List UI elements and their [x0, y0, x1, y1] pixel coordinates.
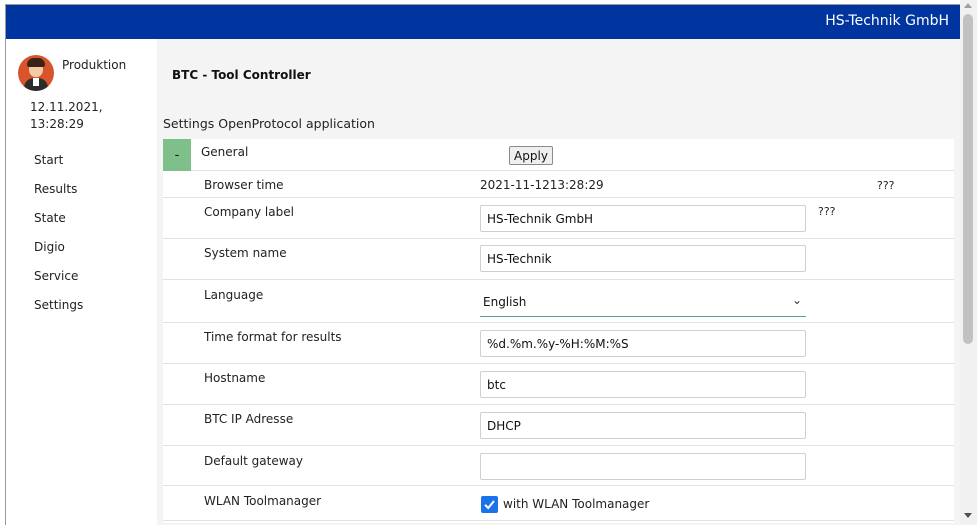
sidebar: Produktion 12.11.2021, 13:28:29 Start Re… [6, 39, 157, 525]
vertical-scrollbar[interactable] [960, 0, 977, 525]
current-date: 12.11.2021, [30, 100, 103, 114]
hostname-input[interactable] [480, 371, 806, 398]
panel-title: General [201, 145, 249, 159]
app-window: HS-Technik GmbH Produktion 12.11.2021, 1… [5, 4, 960, 525]
sidebar-item-start[interactable]: Start [34, 153, 83, 182]
user-name: Produktion [62, 58, 127, 72]
system-name-input[interactable] [480, 245, 806, 272]
row-system-name: System name [163, 239, 954, 280]
collapse-button[interactable]: - [163, 139, 191, 171]
checkmark-icon [484, 500, 495, 510]
language-selected-value: English [483, 295, 527, 309]
panel-header: - General Apply [163, 139, 954, 171]
company-label-input[interactable] [480, 205, 806, 232]
page-title: BTC - Tool Controller [172, 68, 311, 82]
row-browser-time: Browser time 2021-11-1213:28:29 ??? [163, 171, 954, 198]
row-language: Language English ⌄ [163, 280, 954, 323]
row-default-gateway: Default gateway [163, 446, 954, 486]
btc-ip-input[interactable] [480, 412, 806, 439]
hostname-label: Hostname [204, 371, 266, 385]
user-avatar-icon[interactable] [18, 55, 54, 91]
wlan-toolmanager-checkbox-label[interactable]: with WLAN Toolmanager [503, 497, 649, 511]
section-title: Settings OpenProtocol application [163, 116, 375, 131]
browser-time-note: ??? [877, 179, 895, 192]
row-btc-ip: BTC IP Adresse [163, 405, 954, 446]
sidebar-nav: Start Results State Digio Service Settin… [34, 153, 83, 327]
apply-button[interactable]: Apply [509, 146, 553, 165]
current-datetime: 12.11.2021, 13:28:29 [30, 99, 130, 133]
sidebar-item-state[interactable]: State [34, 211, 83, 240]
row-time-format: Time format for results [163, 323, 954, 364]
btc-ip-label: BTC IP Adresse [204, 412, 294, 426]
row-hostname: Hostname [163, 364, 954, 405]
scroll-up-arrow-icon[interactable] [964, 3, 972, 8]
language-select[interactable]: English ⌄ [480, 287, 806, 317]
chevron-down-icon: ⌄ [791, 293, 802, 307]
current-time: 13:28:29 [30, 117, 84, 131]
sidebar-item-digio[interactable]: Digio [34, 240, 83, 269]
row-company-label: Company label ??? [163, 198, 954, 239]
row-wlan-toolmanager: WLAN Toolmanager with WLAN Toolmanager [163, 486, 954, 521]
top-bar: HS-Technik GmbH [6, 5, 960, 39]
sidebar-item-settings[interactable]: Settings [34, 298, 83, 327]
sidebar-item-results[interactable]: Results [34, 182, 83, 211]
wlan-toolmanager-label: WLAN Toolmanager [204, 494, 322, 508]
main-content: BTC - Tool Controller Settings OpenProto… [157, 39, 960, 525]
time-format-label: Time format for results [204, 330, 342, 344]
browser-time-label: Browser time [204, 178, 284, 192]
scroll-down-arrow-icon[interactable] [964, 513, 972, 518]
default-gateway-label: Default gateway [204, 454, 303, 468]
system-name-label: System name [204, 246, 287, 260]
default-gateway-input[interactable] [480, 453, 806, 480]
scrollbar-thumb[interactable] [963, 14, 973, 344]
company-label-label: Company label [204, 205, 294, 219]
time-format-input[interactable] [480, 330, 806, 357]
browser-time-value: 2021-11-1213:28:29 [480, 178, 604, 192]
brand-name: HS-Technik GmbH [825, 13, 949, 29]
wlan-toolmanager-checkbox[interactable] [481, 496, 498, 513]
sidebar-item-service[interactable]: Service [34, 269, 83, 298]
company-label-note: ??? [818, 205, 836, 218]
language-label: Language [204, 288, 264, 302]
general-settings-panel: - General Apply Browser time 2021-11-121… [163, 139, 954, 523]
